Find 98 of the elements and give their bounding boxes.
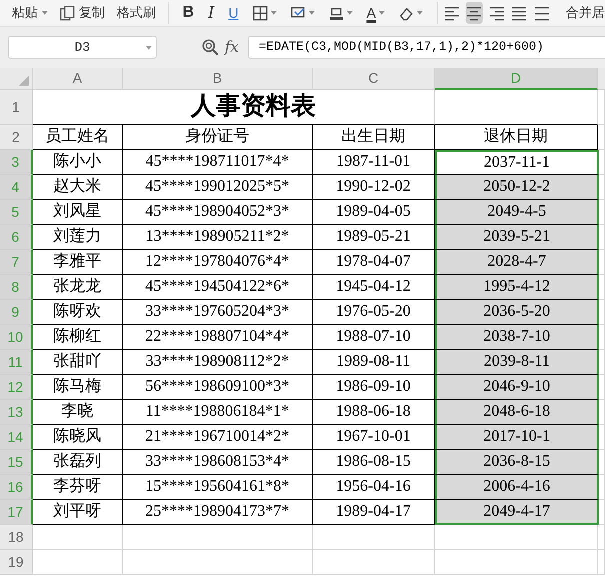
function-label[interactable]: fx: [225, 36, 240, 59]
table-cell: 陈小小: [33, 150, 123, 175]
table-cell: 1995-4-12: [435, 275, 599, 300]
column-heading: 出生日期: [313, 125, 435, 150]
toolbar-button[interactable]: 格式刷: [117, 3, 156, 23]
row-header[interactable]: 4: [0, 175, 33, 200]
table-cell: 2038-7-10: [435, 325, 599, 350]
row-header[interactable]: 15: [0, 450, 33, 475]
table-cell: 张甜吖: [33, 350, 123, 375]
table-cell: 33****198908112*2*: [123, 350, 313, 375]
table-cell: 2036-8-15: [435, 450, 599, 475]
align-button[interactable]: [466, 2, 483, 24]
merge-button[interactable]: 合并居: [566, 3, 605, 23]
edit-icon[interactable]: [290, 6, 306, 20]
table-cell: 45****199012025*5*: [123, 175, 313, 200]
table-cell: 陈晓风: [33, 425, 123, 450]
column-header[interactable]: B: [123, 68, 313, 90]
table-cell: 33****197605204*3*: [123, 300, 313, 325]
row-header[interactable]: 1: [0, 90, 33, 125]
table-cell: 15****195604161*8*: [123, 475, 313, 500]
table-cell: 2046-9-10: [435, 375, 599, 400]
caret-icon[interactable]: [379, 11, 386, 15]
table-cell: 56****198609100*3*: [123, 375, 313, 400]
caret-icon[interactable]: [42, 11, 48, 15]
copy-icon[interactable]: [60, 6, 75, 20]
table-cell: 45****198904052*3*: [123, 200, 313, 225]
table-cell: 2037-11-1: [435, 150, 599, 175]
row-header[interactable]: 12: [0, 375, 33, 400]
table-cell: 13****198905211*2*: [123, 225, 313, 250]
caret-icon[interactable]: [417, 11, 424, 15]
formula-text: =EDATE(C3,MOD(MID(B3,17,1),2)*120+600): [259, 39, 544, 56]
table-cell: 李雅平: [33, 250, 123, 275]
table-cell: 45****198711017*4*: [123, 150, 313, 175]
table-cell: 2049-4-17: [435, 500, 599, 525]
format-button[interactable]: B: [182, 5, 194, 21]
table-cell: 刘风星: [33, 200, 123, 225]
row-header[interactable]: 5: [0, 200, 33, 225]
table-cell: 陈呀欢: [33, 300, 123, 325]
table-cell: 李晓: [33, 400, 123, 425]
table-cell: 21****196710014*2*: [123, 425, 313, 450]
zoom-icon[interactable]: [202, 39, 219, 56]
table-cell: 2050-12-2: [435, 175, 599, 200]
toolbar-button[interactable]: 复制: [79, 3, 105, 23]
row-header[interactable]: 17: [0, 500, 33, 525]
eraser-icon[interactable]: [399, 6, 414, 20]
column-header[interactable]: A: [33, 68, 123, 90]
table-cell: 25****198904173*7*: [123, 500, 313, 525]
format-button[interactable]: U: [228, 6, 239, 20]
table-cell: 刘平呀: [33, 500, 123, 525]
table-cell: 12****197804076*4*: [123, 250, 313, 275]
row-header[interactable]: 3: [0, 150, 33, 175]
column-heading: 身份证号: [123, 125, 313, 150]
row-header[interactable]: 8: [0, 275, 33, 300]
table-cell: 赵大米: [33, 175, 123, 200]
row-header[interactable]: 6: [0, 225, 33, 250]
row-header[interactable]: 18: [0, 525, 33, 550]
caret-icon[interactable]: [346, 11, 353, 15]
dropdown-icon: [146, 46, 152, 50]
table-cell: 张龙龙: [33, 275, 123, 300]
row-header[interactable]: 2: [0, 125, 33, 150]
row-header[interactable]: 10: [0, 325, 33, 350]
caret-icon[interactable]: [270, 11, 277, 15]
table-cell: 陈马梅: [33, 375, 123, 400]
table-cell: 2028-4-7: [435, 250, 599, 275]
format-button[interactable]: I: [208, 5, 215, 21]
table-cell: 2039-5-21: [435, 225, 599, 250]
row-header[interactable]: 7: [0, 250, 33, 275]
toolbar-button[interactable]: 粘贴: [12, 3, 38, 23]
row-header[interactable]: 9: [0, 300, 33, 325]
table-cell: 33****198608153*4*: [123, 450, 313, 475]
table-cell: 2017-10-1: [435, 425, 599, 450]
fill-icon[interactable]: [328, 6, 344, 20]
row-header[interactable]: 13: [0, 400, 33, 425]
row-header[interactable]: 19: [0, 550, 33, 575]
row-header[interactable]: 14: [0, 425, 33, 450]
table-cell: 张磊列: [33, 450, 123, 475]
table-cell: 2048-6-18: [435, 400, 599, 425]
table-cell: 2006-4-16: [435, 475, 599, 500]
column-header[interactable]: D: [435, 68, 598, 90]
formula-field[interactable]: =EDATE(C3,MOD(MID(B3,17,1),2)*120+600): [248, 36, 605, 59]
table-cell: 陈柳红: [33, 325, 123, 350]
table-cell: 11****198806184*1*: [123, 400, 313, 425]
borders-icon[interactable]: [252, 6, 268, 20]
sheet-title: 人事资料表: [190, 91, 316, 122]
caret-icon[interactable]: [308, 11, 315, 15]
table-cell: 22****198807104*4*: [123, 325, 313, 350]
column-heading: 员工姓名: [33, 125, 123, 150]
table-cell: 刘莲力: [33, 225, 123, 250]
table-cell: 45****194504122*6*: [123, 275, 313, 300]
table-cell: 李芬呀: [33, 475, 123, 500]
name-box[interactable]: D3: [8, 36, 157, 59]
format-button[interactable]: A: [366, 6, 376, 20]
table-cell: 2039-8-11: [435, 350, 599, 375]
row-header[interactable]: 11: [0, 350, 33, 375]
table-cell: 2036-5-20: [435, 300, 599, 325]
table-cell: 2049-4-5: [435, 200, 599, 225]
row-header[interactable]: 16: [0, 475, 33, 500]
cell-reference: D3: [74, 38, 92, 57]
